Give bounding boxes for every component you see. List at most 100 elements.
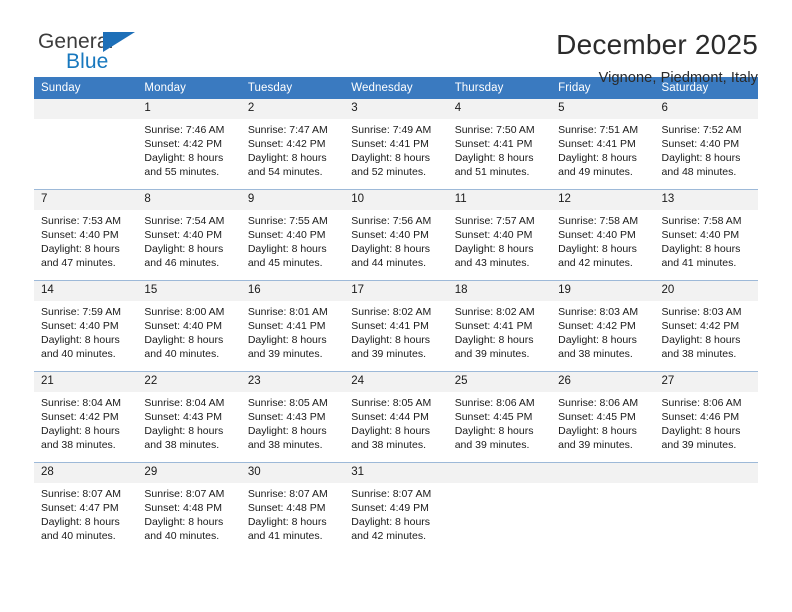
- sunset-time: Sunset: 4:45 PM: [454, 411, 533, 424]
- daylight-duration-line2: and 38 minutes.: [661, 348, 737, 361]
- day-cell-inner: 21 Sunrise: 8:04 AM Sunset: 4:42 PM Dayligh…: [34, 372, 138, 462]
- calendar-day-cell[interactable]: 23 Sunrise: 8:05 AM Sunset: 4:43 PM Dayligh…: [240, 371, 345, 463]
- day-details: Sunrise: 8:06 AM Sunset: 4:46 PM Daylight:…: [655, 392, 758, 452]
- calendar-day-cell-empty: [447, 462, 552, 553]
- day-cell-inner: [34, 99, 138, 189]
- sunrise-time: Sunrise: 8:02 AM: [454, 306, 535, 318]
- calendar-day-cell[interactable]: 5 Sunrise: 7:51 AM Sunset: 4:41 PM Daylight…: [551, 99, 655, 190]
- calendar-day-cell[interactable]: 21 Sunrise: 8:04 AM Sunset: 4:42 PM Dayligh…: [34, 371, 138, 463]
- day-number: 31: [344, 463, 448, 483]
- daylight-duration-line2: and 54 minutes.: [247, 166, 323, 179]
- day-cell-inner: 6 Sunrise: 7:52 AM Sunset: 4:40 PM Daylight…: [654, 99, 758, 189]
- day-details: Sunrise: 7:54 AM Sunset: 4:40 PM Daylight:…: [137, 210, 240, 270]
- calendar-day-cell[interactable]: 3 Sunrise: 7:49 AM Sunset: 4:41 PM Daylight…: [344, 99, 448, 190]
- day-details: Sunrise: 7:58 AM Sunset: 4:40 PM Daylight:…: [655, 210, 758, 270]
- calendar-week-row: 14 Sunrise: 7:59 AM Sunset: 4:40 PM Dayligh…: [34, 280, 758, 372]
- day-cell-inner: 7 Sunrise: 7:53 AM Sunset: 4:40 PM Daylight…: [34, 190, 138, 280]
- calendar-day-cell[interactable]: 2 Sunrise: 7:47 AM Sunset: 4:42 PM Daylight…: [240, 99, 345, 190]
- day-number: 26: [551, 372, 655, 392]
- day-number: 1: [137, 99, 241, 119]
- calendar-day-cell[interactable]: 13 Sunrise: 7:58 AM Sunset: 4:40 PM Dayligh…: [654, 189, 758, 281]
- sunrise-time: Sunrise: 7:49 AM: [351, 124, 432, 136]
- sunrise-time: Sunrise: 7:46 AM: [144, 124, 225, 136]
- day-cell-inner: 16 Sunrise: 8:01 AM Sunset: 4:41 PM Dayligh…: [240, 281, 345, 371]
- calendar-day-cell[interactable]: 12 Sunrise: 7:58 AM Sunset: 4:40 PM Dayligh…: [551, 189, 655, 281]
- day-cell-inner: 4 Sunrise: 7:50 AM Sunset: 4:41 PM Daylight…: [447, 99, 552, 189]
- day-details: Sunrise: 7:50 AM Sunset: 4:41 PM Daylight:…: [448, 119, 551, 179]
- calendar-day-cell[interactable]: 24 Sunrise: 8:05 AM Sunset: 4:44 PM Dayligh…: [344, 371, 448, 463]
- day-cell-inner: 25 Sunrise: 8:06 AM Sunset: 4:45 PM Dayligh…: [447, 372, 552, 462]
- calendar-day-cell[interactable]: 6 Sunrise: 7:52 AM Sunset: 4:40 PM Daylight…: [654, 99, 758, 190]
- sunrise-time: Sunrise: 7:56 AM: [351, 215, 432, 227]
- calendar-week-row: 1 Sunrise: 7:46 AM Sunset: 4:42 PM Daylight…: [34, 99, 758, 190]
- calendar-day-cell[interactable]: 16 Sunrise: 8:01 AM Sunset: 4:41 PM Dayligh…: [240, 280, 345, 372]
- day-details: Sunrise: 7:59 AM Sunset: 4:40 PM Daylight:…: [34, 301, 137, 361]
- day-number: 23: [240, 372, 345, 392]
- calendar-day-cell[interactable]: 26 Sunrise: 8:06 AM Sunset: 4:45 PM Dayligh…: [551, 371, 655, 463]
- calendar-day-cell[interactable]: 14 Sunrise: 7:59 AM Sunset: 4:40 PM Dayligh…: [34, 280, 138, 372]
- generalblue-logo[interactable]: General Blue: [34, 28, 164, 84]
- day-cell-inner: 27 Sunrise: 8:06 AM Sunset: 4:46 PM Dayligh…: [654, 372, 758, 462]
- calendar-day-cell[interactable]: 18 Sunrise: 8:02 AM Sunset: 4:41 PM Dayligh…: [447, 280, 552, 372]
- daylight-duration-line1: Daylight: 8 hours: [41, 243, 120, 256]
- calendar-day-cell[interactable]: 4 Sunrise: 7:50 AM Sunset: 4:41 PM Daylight…: [447, 99, 552, 190]
- day-details: Sunrise: 8:05 AM Sunset: 4:43 PM Daylight:…: [241, 392, 344, 452]
- sunset-time: Sunset: 4:41 PM: [351, 320, 429, 333]
- calendar-day-cell[interactable]: 7 Sunrise: 7:53 AM Sunset: 4:40 PM Daylight…: [34, 189, 138, 281]
- calendar-day-cell[interactable]: 9 Sunrise: 7:55 AM Sunset: 4:40 PM Daylight…: [240, 189, 345, 281]
- day-details: Sunrise: 8:07 AM Sunset: 4:48 PM Daylight:…: [241, 483, 344, 543]
- sunrise-time: Sunrise: 8:07 AM: [247, 488, 328, 500]
- daylight-duration-line1: Daylight: 8 hours: [144, 243, 224, 256]
- daylight-duration-line2: and 55 minutes.: [144, 166, 220, 179]
- calendar-day-cell[interactable]: 19 Sunrise: 8:03 AM Sunset: 4:42 PM Dayligh…: [551, 280, 655, 372]
- daylight-duration-line1: Daylight: 8 hours: [558, 334, 637, 347]
- calendar-week-row: 21 Sunrise: 8:04 AM Sunset: 4:42 PM Dayligh…: [34, 371, 758, 463]
- calendar-day-cell[interactable]: 27 Sunrise: 8:06 AM Sunset: 4:46 PM Dayligh…: [654, 371, 758, 463]
- sunrise-time: Sunrise: 7:47 AM: [247, 124, 328, 136]
- calendar-day-cell[interactable]: 10 Sunrise: 7:56 AM Sunset: 4:40 PM Dayligh…: [344, 189, 448, 281]
- calendar-day-cell[interactable]: 1 Sunrise: 7:46 AM Sunset: 4:42 PM Daylight…: [137, 99, 241, 190]
- daylight-duration-line2: and 43 minutes.: [454, 257, 530, 270]
- sunrise-time: Sunrise: 7:57 AM: [454, 215, 535, 227]
- day-cell-inner: 19 Sunrise: 8:03 AM Sunset: 4:42 PM Dayligh…: [551, 281, 655, 371]
- sunset-time: Sunset: 4:47 PM: [41, 502, 119, 515]
- day-number: 25: [447, 372, 552, 392]
- calendar-day-cell[interactable]: 29 Sunrise: 8:07 AM Sunset: 4:48 PM Dayligh…: [137, 462, 241, 553]
- day-number: 8: [137, 190, 241, 210]
- calendar-day-cell[interactable]: 30 Sunrise: 8:07 AM Sunset: 4:48 PM Dayligh…: [240, 462, 345, 553]
- day-number: [654, 463, 758, 483]
- calendar-day-cell[interactable]: 17 Sunrise: 8:02 AM Sunset: 4:41 PM Dayligh…: [344, 280, 448, 372]
- sunset-time: Sunset: 4:40 PM: [454, 229, 533, 242]
- day-number: 29: [137, 463, 241, 483]
- calendar-day-cell[interactable]: 31 Sunrise: 8:07 AM Sunset: 4:49 PM Dayligh…: [344, 462, 448, 553]
- calendar-day-cell[interactable]: 20 Sunrise: 8:03 AM Sunset: 4:42 PM Dayligh…: [654, 280, 758, 372]
- day-details: Sunrise: 8:07 AM Sunset: 4:48 PM Daylight:…: [137, 483, 240, 543]
- calendar-day-cell[interactable]: 8 Sunrise: 7:54 AM Sunset: 4:40 PM Daylight…: [137, 189, 241, 281]
- daylight-duration-line2: and 39 minutes.: [351, 348, 426, 361]
- weekday-header-thursday: Thursday: [447, 77, 552, 99]
- day-cell-inner: 3 Sunrise: 7:49 AM Sunset: 4:41 PM Daylight…: [344, 99, 448, 189]
- day-details: Sunrise: 8:02 AM Sunset: 4:41 PM Daylight:…: [344, 301, 447, 361]
- sunset-time: Sunset: 4:40 PM: [41, 229, 119, 242]
- sunrise-time: Sunrise: 8:06 AM: [558, 397, 639, 409]
- day-number: 5: [551, 99, 655, 119]
- sunset-time: Sunset: 4:46 PM: [661, 411, 740, 424]
- sunset-time: Sunset: 4:40 PM: [661, 138, 740, 151]
- day-details: Sunrise: 8:04 AM Sunset: 4:42 PM Daylight:…: [34, 392, 137, 452]
- calendar-day-cell[interactable]: 15 Sunrise: 8:00 AM Sunset: 4:40 PM Dayligh…: [137, 280, 241, 372]
- day-details: Sunrise: 7:53 AM Sunset: 4:40 PM Daylight:…: [34, 210, 137, 270]
- daylight-duration-line1: Daylight: 8 hours: [351, 334, 431, 347]
- sunrise-time: Sunrise: 8:07 AM: [144, 488, 225, 500]
- day-details: Sunrise: 7:46 AM Sunset: 4:42 PM Daylight:…: [137, 119, 240, 179]
- calendar-day-cell[interactable]: 28 Sunrise: 8:07 AM Sunset: 4:47 PM Dayligh…: [34, 462, 138, 553]
- calendar-day-cell[interactable]: 11 Sunrise: 7:57 AM Sunset: 4:40 PM Dayligh…: [447, 189, 552, 281]
- daylight-duration-line1: Daylight: 8 hours: [144, 334, 224, 347]
- calendar-day-cell[interactable]: 22 Sunrise: 8:04 AM Sunset: 4:43 PM Dayligh…: [137, 371, 241, 463]
- calendar-day-cell[interactable]: 25 Sunrise: 8:06 AM Sunset: 4:45 PM Dayligh…: [447, 371, 552, 463]
- day-number: 18: [447, 281, 552, 301]
- calendar-body: 1 Sunrise: 7:46 AM Sunset: 4:42 PM Daylight…: [34, 99, 758, 553]
- sunset-time: Sunset: 4:40 PM: [247, 229, 326, 242]
- day-number: 13: [654, 190, 758, 210]
- daylight-duration-line2: and 39 minutes.: [247, 348, 323, 361]
- day-cell-inner: 8 Sunrise: 7:54 AM Sunset: 4:40 PM Daylight…: [137, 190, 241, 280]
